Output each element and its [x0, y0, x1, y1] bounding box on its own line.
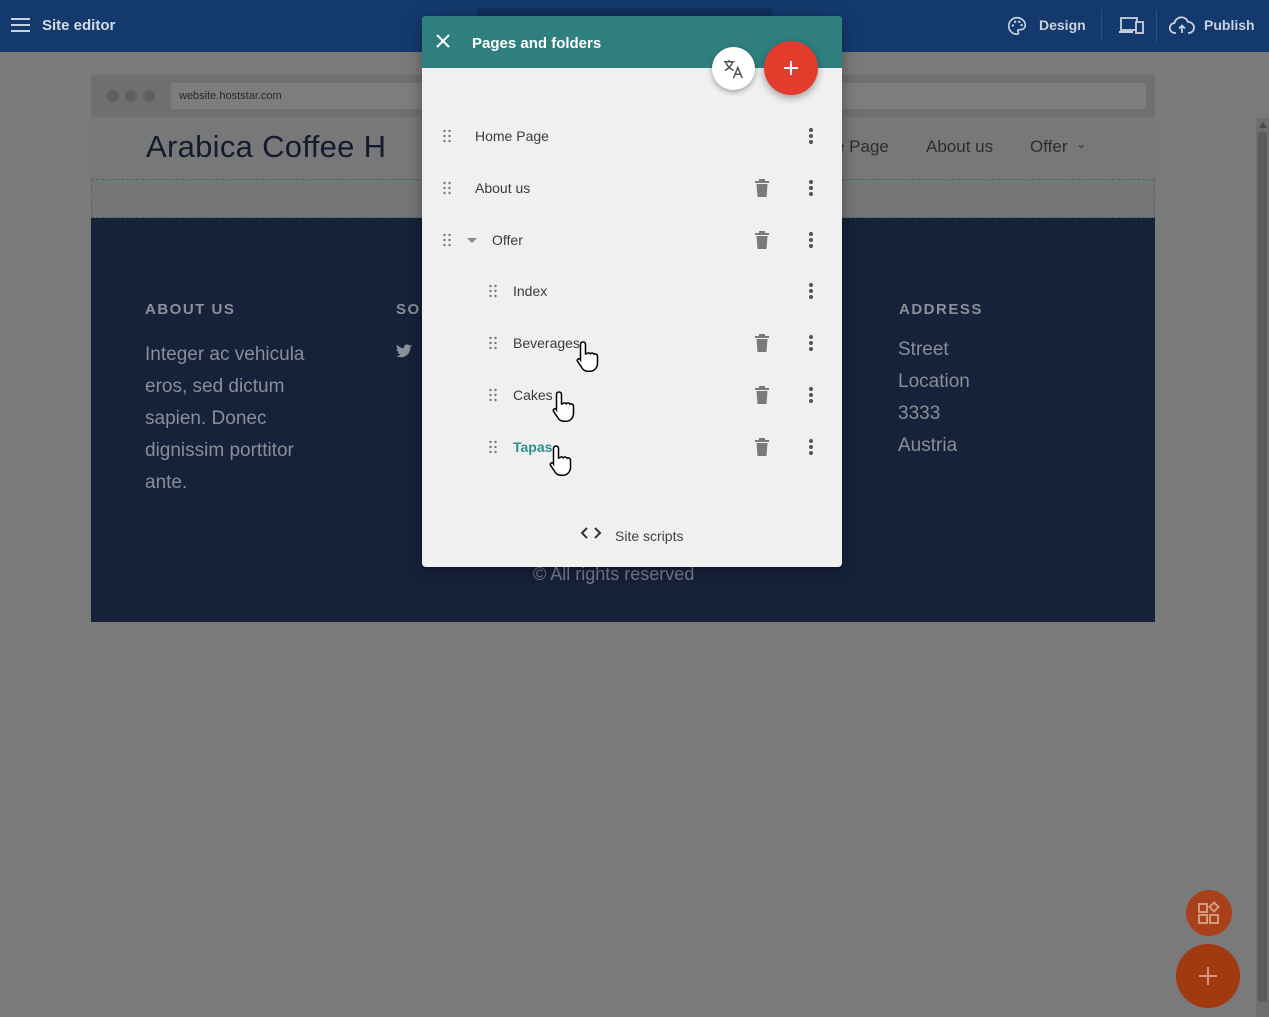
code-icon — [580, 527, 602, 539]
hand-cursor-icon — [576, 341, 599, 372]
trash-icon[interactable] — [754, 438, 770, 456]
page-label[interactable]: Offer — [492, 232, 523, 248]
drag-handle-icon[interactable] — [488, 284, 498, 298]
add-element-button[interactable] — [1176, 944, 1240, 1008]
about-line: dignissim porttitor — [145, 440, 294, 461]
plus-icon — [790, 61, 792, 75]
page-label[interactable]: About us — [475, 180, 530, 196]
page-label[interactable]: Beverages — [513, 335, 580, 351]
drag-handle-icon[interactable] — [442, 181, 452, 195]
page-row-cakes[interactable]: Cakes — [422, 375, 842, 415]
widgets-button[interactable] — [1186, 890, 1232, 936]
footer-social-heading: SO — [396, 301, 421, 318]
window-dot — [143, 90, 155, 102]
translate-button[interactable] — [712, 47, 755, 90]
page-label-active[interactable]: Tapas — [513, 439, 552, 455]
close-icon[interactable] — [435, 33, 451, 49]
translate-icon — [723, 59, 743, 79]
address-line: Street — [898, 339, 949, 360]
nav-about[interactable]: About us — [926, 137, 993, 157]
site-scripts-label: Site scripts — [615, 528, 684, 544]
more-vert-icon[interactable] — [808, 231, 814, 249]
twitter-icon[interactable] — [396, 344, 412, 358]
about-line: eros, sed dictum — [145, 376, 285, 397]
pages-panel: Pages and folders Home Page About us Off… — [422, 16, 842, 567]
page-label[interactable]: Home Page — [475, 128, 549, 144]
widgets-icon — [1198, 901, 1220, 924]
about-line: ante. — [145, 472, 188, 493]
more-vert-icon[interactable] — [808, 386, 814, 404]
more-vert-icon[interactable] — [808, 438, 814, 456]
nav-offer-label: Offer — [1030, 137, 1068, 156]
more-vert-icon[interactable] — [808, 179, 814, 197]
scrollbar[interactable] — [1256, 118, 1269, 1017]
about-line: sapien. Donec — [145, 408, 267, 429]
folder-expand-caret-icon[interactable] — [467, 238, 477, 243]
page-row-beverages[interactable]: Beverages — [422, 323, 842, 363]
plus-icon — [1207, 967, 1209, 985]
footer-address-heading: ADDRESS — [899, 301, 983, 318]
hand-cursor-icon — [552, 391, 575, 422]
more-vert-icon[interactable] — [808, 127, 814, 145]
devices-icon[interactable] — [1119, 15, 1145, 37]
page-row-home[interactable]: Home Page — [422, 116, 842, 156]
drag-handle-icon[interactable] — [442, 233, 452, 247]
trash-icon[interactable] — [754, 334, 770, 352]
drag-handle-icon[interactable] — [488, 440, 498, 454]
drag-handle-icon[interactable] — [488, 388, 498, 402]
panel-title: Pages and folders — [472, 35, 602, 52]
scroll-up-icon[interactable] — [1259, 122, 1267, 128]
window-dot — [125, 90, 137, 102]
address-line: Austria — [898, 435, 958, 456]
more-vert-icon[interactable] — [808, 282, 814, 300]
site-scripts-button[interactable]: Site scripts — [580, 526, 683, 545]
nav-home[interactable]: e Page — [835, 137, 889, 157]
toolbar-divider — [1101, 10, 1102, 42]
palette-icon[interactable] — [1006, 15, 1028, 37]
page-row-tapas[interactable]: Tapas — [422, 427, 842, 467]
site-logo: Arabica Coffee H — [146, 129, 387, 164]
hand-cursor-icon — [549, 445, 572, 476]
toolbar-divider — [1156, 10, 1157, 42]
app-title: Site editor — [42, 17, 116, 34]
trash-icon[interactable] — [754, 231, 770, 249]
window-dot — [107, 90, 119, 102]
cloud-upload-icon[interactable] — [1169, 15, 1195, 37]
page-row-about[interactable]: About us — [422, 168, 842, 208]
footer-copyright: © All rights reserved — [533, 564, 695, 584]
address-line: Location — [898, 371, 970, 392]
chevron-down-icon: ⌄ — [1076, 137, 1087, 151]
footer-address-text: Street Location 3333 Austria — [898, 334, 970, 462]
publish-button[interactable]: Publish — [1204, 17, 1255, 33]
trash-icon[interactable] — [754, 386, 770, 404]
nav-offer[interactable]: Offer ⌄ — [1030, 137, 1086, 157]
scrollbar-thumb[interactable] — [1258, 132, 1267, 1002]
footer-about-text: Integer ac vehicula eros, sed dictum sap… — [145, 339, 305, 499]
drag-handle-icon[interactable] — [488, 336, 498, 350]
page-row-index[interactable]: Index — [422, 271, 842, 311]
drag-handle-icon[interactable] — [442, 129, 452, 143]
more-vert-icon[interactable] — [808, 334, 814, 352]
trash-icon[interactable] — [754, 179, 770, 197]
add-page-button[interactable] — [764, 41, 818, 95]
page-label[interactable]: Cakes — [513, 387, 553, 403]
design-button[interactable]: Design — [1039, 17, 1086, 33]
page-label[interactable]: Index — [513, 283, 547, 299]
address-line: 3333 — [898, 403, 941, 424]
about-line: Integer ac vehicula — [145, 344, 305, 365]
page-row-offer-folder[interactable]: Offer — [422, 220, 842, 260]
footer-about-heading: ABOUT US — [145, 301, 236, 318]
hamburger-icon[interactable] — [11, 18, 30, 32]
